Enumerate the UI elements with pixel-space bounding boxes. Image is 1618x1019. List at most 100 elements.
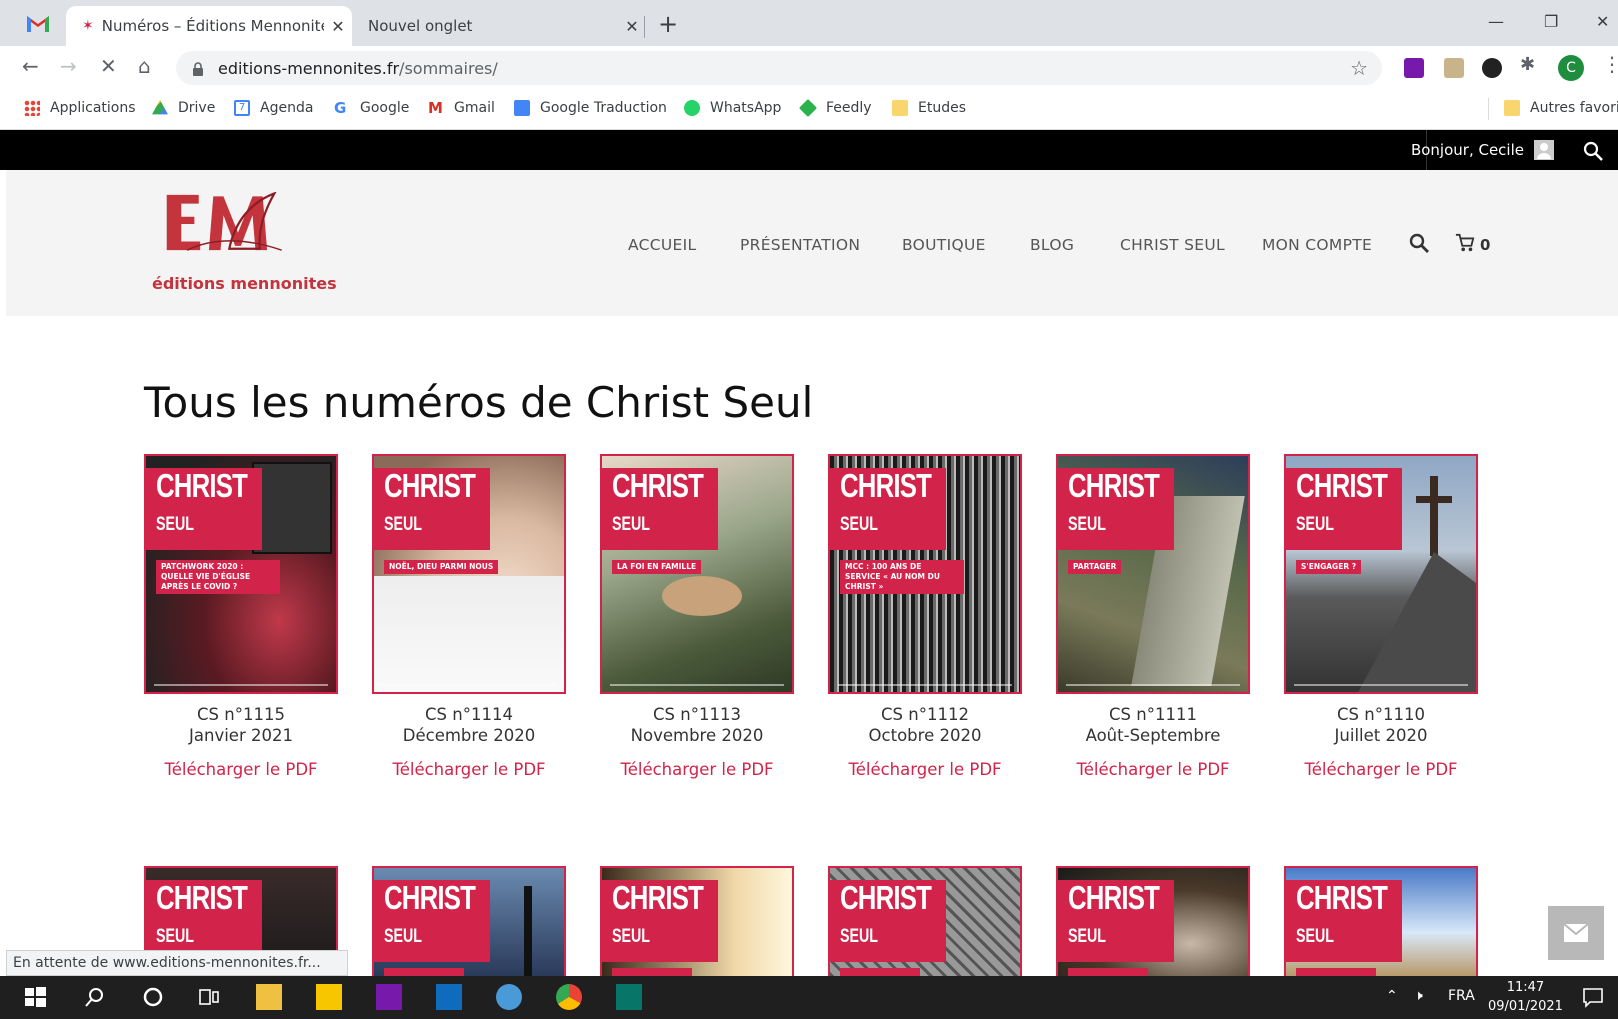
browser-toolbar: ← → ✕ ⌂ editions-mennonites.fr/sommaires… bbox=[0, 46, 1618, 90]
publisher-icon[interactable] bbox=[616, 984, 642, 1010]
dark-mode-extension-icon[interactable] bbox=[1482, 58, 1502, 78]
cart-icon[interactable] bbox=[1454, 233, 1476, 253]
issue-cover[interactable]: CHRIST SEUL bbox=[600, 866, 794, 976]
forward-arrow-icon[interactable]: → bbox=[60, 54, 77, 78]
notifications-icon[interactable] bbox=[1582, 986, 1604, 1008]
bookmark-other-favorites[interactable]: Autres favoris bbox=[1504, 100, 1618, 116]
cover-sub: SEUL bbox=[384, 926, 423, 947]
tab-separator bbox=[644, 16, 645, 38]
issue-cover[interactable]: CHRIST SEUL bbox=[828, 866, 1022, 976]
stop-loading-icon[interactable]: ✕ bbox=[100, 54, 117, 78]
nav-search-icon[interactable] bbox=[1408, 232, 1430, 254]
file-explorer-icon[interactable] bbox=[256, 984, 282, 1010]
restore-icon[interactable]: ❐ bbox=[1544, 12, 1558, 31]
chrome-icon[interactable] bbox=[556, 984, 582, 1010]
sticky-notes-icon[interactable] bbox=[316, 984, 342, 1010]
close-tab-icon[interactable]: ✕ bbox=[324, 17, 352, 36]
nav-blog[interactable]: BLOG bbox=[1030, 236, 1074, 254]
page-title: Tous les numéros de Christ Seul bbox=[144, 378, 814, 427]
bookmark-agenda[interactable]: 7 Agenda bbox=[234, 100, 313, 116]
nav-boutique[interactable]: BOUTIQUE bbox=[902, 236, 986, 254]
task-view-icon[interactable] bbox=[196, 984, 222, 1010]
contact-mail-button[interactable] bbox=[1548, 906, 1604, 960]
issue-number: CS n°1115 bbox=[197, 705, 285, 724]
issue-cover[interactable]: CHRIST SEUL PATCHWORK 2020 : QUELLE VIE … bbox=[144, 454, 338, 694]
bookmark-google[interactable]: G Google bbox=[334, 100, 409, 116]
issue-cover[interactable]: CHRIST SEUL S'ENGAGER ? bbox=[1284, 454, 1478, 694]
address-bar[interactable]: editions-mennonites.fr/sommaires/ ☆ bbox=[176, 51, 1382, 85]
back-arrow-icon[interactable]: ← bbox=[22, 54, 39, 78]
bookmark-label: Agenda bbox=[260, 100, 314, 116]
tab-title: Numéros – Éditions Mennonites bbox=[101, 17, 324, 35]
nav-mon-compte[interactable]: MON COMPTE bbox=[1262, 236, 1372, 254]
outlook-icon[interactable] bbox=[436, 984, 462, 1010]
minimize-icon[interactable]: — bbox=[1488, 12, 1504, 31]
bookmark-etudes[interactable]: Etudes bbox=[892, 100, 966, 116]
profile-avatar[interactable]: C bbox=[1558, 55, 1584, 81]
taskbar-clock[interactable]: 11:47 09/01/2021 bbox=[1488, 978, 1563, 1016]
tray-chevron-icon[interactable]: ⌃ bbox=[1386, 988, 1398, 1004]
gmail-pinned-tab-icon[interactable] bbox=[24, 12, 52, 34]
new-tab-icon[interactable]: + bbox=[658, 10, 678, 38]
bookmark-gmail[interactable]: M Gmail bbox=[428, 100, 495, 116]
nav-accueil[interactable]: ACCUEIL bbox=[628, 236, 696, 254]
issue-cover[interactable]: CHRIST SEUL bbox=[372, 866, 566, 976]
windows-start-icon[interactable] bbox=[22, 984, 48, 1010]
menu-kebab-icon[interactable]: ⋮ bbox=[1602, 52, 1618, 76]
drive-icon bbox=[152, 100, 168, 115]
bookmark-google-traduction[interactable]: Google Traduction bbox=[514, 100, 667, 116]
download-pdf-link[interactable]: Télécharger le PDF bbox=[1056, 760, 1250, 779]
em-logo[interactable] bbox=[148, 192, 328, 272]
issue-cover[interactable]: CHRIST SEUL LA FOI EN FAMILLE bbox=[600, 454, 794, 694]
translate-icon bbox=[514, 100, 530, 116]
cover-tag bbox=[840, 968, 920, 976]
download-pdf-link[interactable]: Télécharger le PDF bbox=[144, 760, 338, 779]
address-host: editions-mennonites.fr bbox=[218, 58, 400, 78]
nav-presentation[interactable]: PRÉSENTATION bbox=[740, 236, 860, 254]
tab-numeros[interactable]: ✶ Numéros – Éditions Mennonites ✕ bbox=[66, 6, 352, 46]
input-language[interactable]: FRA bbox=[1448, 988, 1475, 1004]
home-icon[interactable]: ⌂ bbox=[138, 54, 151, 78]
tab-title: Nouvel onglet bbox=[368, 17, 473, 35]
volume-muted-icon[interactable]: 🕨 bbox=[1414, 988, 1423, 1004]
taskbar-search-icon[interactable] bbox=[82, 984, 108, 1010]
issue-cover[interactable]: CHRIST SEUL PARTAGER bbox=[1056, 454, 1250, 694]
onenote-extension-icon[interactable] bbox=[1404, 58, 1424, 78]
download-pdf-link[interactable]: Télécharger le PDF bbox=[600, 760, 794, 779]
cover-tag: NOËL, DIEU PARMI NOUS bbox=[384, 560, 499, 574]
calculator-extension-icon[interactable] bbox=[1444, 58, 1464, 78]
cover-brand: CHRIST bbox=[612, 879, 704, 916]
cortana-icon[interactable] bbox=[140, 984, 166, 1010]
onedrive-icon[interactable] bbox=[496, 984, 522, 1010]
onenote-icon[interactable] bbox=[376, 984, 402, 1010]
tab-new[interactable]: Nouvel onglet ✕ bbox=[356, 6, 646, 46]
close-tab-icon[interactable]: ✕ bbox=[618, 17, 646, 36]
bookmark-label: Autres favoris bbox=[1530, 100, 1618, 116]
window-close-icon[interactable]: ✕ bbox=[1596, 12, 1609, 31]
bookmark-drive[interactable]: Drive bbox=[152, 100, 215, 116]
bookmark-star-icon[interactable]: ☆ bbox=[1350, 56, 1368, 80]
extensions-puzzle-icon[interactable]: ✱ bbox=[1520, 54, 1540, 75]
issue-cover[interactable]: CHRIST SEUL bbox=[1284, 866, 1478, 976]
site-favicon-icon: ✶ bbox=[82, 18, 94, 34]
bookmark-feedly[interactable]: Feedly bbox=[798, 98, 872, 118]
folder-icon bbox=[892, 100, 908, 116]
issue-cover[interactable]: CHRIST SEUL MCC : 100 ANS DE SERVICE « A… bbox=[828, 454, 1022, 694]
download-pdf-link[interactable]: Télécharger le PDF bbox=[372, 760, 566, 779]
issue-cover[interactable]: CHRIST SEUL NOËL, DIEU PARMI NOUS bbox=[372, 454, 566, 694]
download-pdf-link[interactable]: Télécharger le PDF bbox=[1284, 760, 1478, 779]
issue-card: CHRIST SEUL S'ENGAGER ? CS n°1110 Juille… bbox=[1284, 454, 1478, 779]
account-greeting[interactable]: Bonjour, Cecile bbox=[1411, 140, 1554, 160]
bookmark-label: WhatsApp bbox=[710, 100, 782, 116]
issue-cover[interactable]: CHRIST SEUL bbox=[1056, 866, 1250, 976]
issue-date: Novembre 2020 bbox=[630, 726, 764, 745]
nav-christ-seul[interactable]: CHRIST SEUL bbox=[1120, 236, 1225, 254]
download-pdf-link[interactable]: Télécharger le PDF bbox=[828, 760, 1022, 779]
clock-time: 11:47 bbox=[1506, 980, 1545, 995]
bookmark-applications[interactable]: Applications bbox=[24, 100, 136, 116]
cover-tag bbox=[384, 968, 464, 976]
issue-date: Janvier 2021 bbox=[189, 726, 293, 745]
search-icon[interactable] bbox=[1582, 140, 1604, 162]
bookmark-whatsapp[interactable]: WhatsApp bbox=[684, 100, 781, 116]
google-icon: G bbox=[334, 99, 347, 117]
